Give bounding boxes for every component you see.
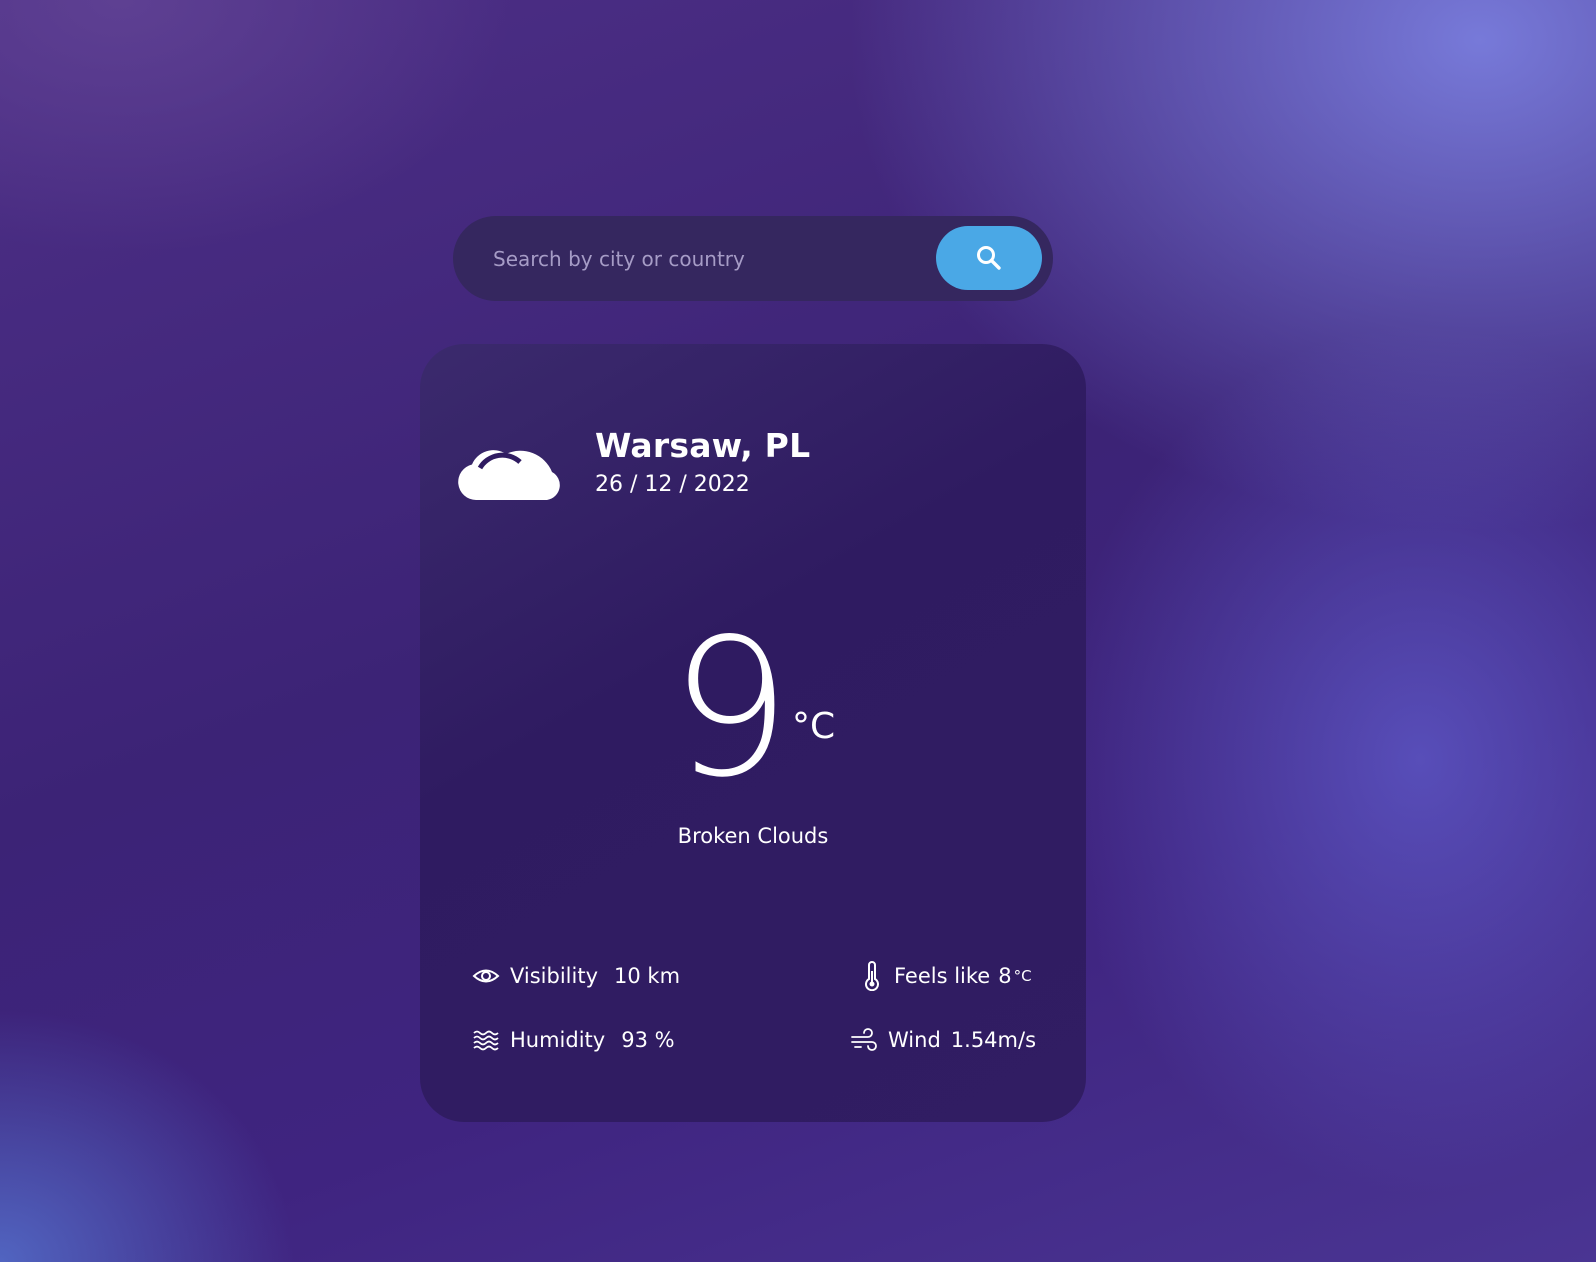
search-bar	[453, 216, 1053, 301]
weather-condition: Broken Clouds	[677, 824, 829, 848]
wind-value: 1.54m/s	[950, 1028, 1037, 1052]
thermometer-icon	[865, 961, 879, 991]
visibility-value: 10 km	[614, 964, 681, 988]
wind-label: Wind	[888, 1028, 941, 1052]
feels-like-stat: Feels like 8 °C	[864, 960, 1032, 992]
cloud-icon	[458, 450, 560, 500]
wind-icon	[851, 1028, 877, 1051]
humidity-value: 93 %	[621, 1028, 675, 1052]
feels-like-unit: °C	[1013, 967, 1032, 985]
visibility-label: Visibility	[510, 964, 599, 988]
visibility-stat: Visibility 10 km	[472, 960, 680, 992]
feels-like-label: Feels like	[894, 964, 991, 988]
feels-like-value: 8	[998, 964, 1012, 988]
temperature-unit: °C	[792, 706, 836, 747]
temperature-value: 9	[670, 598, 791, 819]
weather-card: Warsaw, PL 26 / 12 / 2022 9 °C Broken Cl…	[420, 344, 1086, 1122]
city-name: Warsaw, PL	[595, 426, 811, 465]
humidity-stat: Humidity 93 %	[472, 1024, 675, 1056]
search-button[interactable]	[936, 226, 1042, 290]
eye-icon	[472, 969, 500, 983]
search-input[interactable]	[493, 216, 913, 301]
waves-icon	[473, 1030, 499, 1051]
date: 26 / 12 / 2022	[595, 472, 750, 497]
humidity-label: Humidity	[510, 1028, 606, 1052]
search-icon	[977, 246, 1001, 270]
wind-stat: Wind 1.54m/s	[850, 1024, 1036, 1056]
